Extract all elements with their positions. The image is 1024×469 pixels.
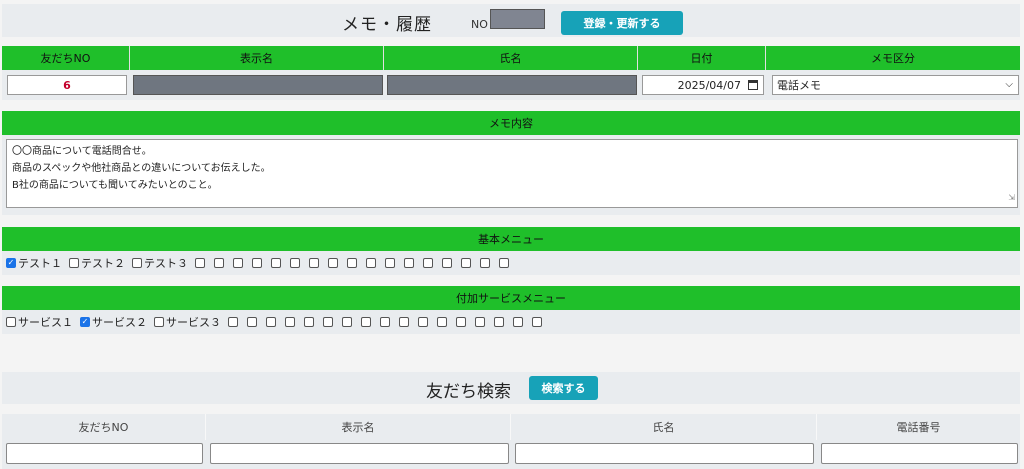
service-menu-empty-checkbox[interactable] [513, 317, 523, 327]
basic-menu-checkbox-label: テスト１ [18, 257, 62, 270]
basic-menu-empty-checkbox[interactable] [233, 258, 243, 268]
no-field[interactable] [490, 9, 545, 29]
checkbox-icon[interactable] [154, 317, 164, 327]
chevron-down-icon: ⌵ [1005, 79, 1013, 90]
search-phone-input[interactable] [821, 443, 1018, 464]
basic-menu-empty-checkbox[interactable] [423, 258, 433, 268]
basic-menu-empty-checkbox[interactable] [328, 258, 338, 268]
search-inputs-row [2, 440, 1020, 469]
basic-menu-checkbox-item[interactable]: テスト３ [132, 255, 188, 271]
date-field[interactable]: 2025/04/07 [642, 75, 764, 95]
service-menu-empty-checkbox[interactable] [456, 317, 466, 327]
basic-menu-empty-checkbox[interactable] [271, 258, 281, 268]
col-header-memo-type: メモ区分 [766, 46, 1020, 70]
basic-menu-header: 基本メニュー [2, 227, 1020, 251]
service-menu-row: サービス１ ✓ サービス２ サービス３ [2, 310, 1020, 334]
col-header-friend-no: 友だちNO [2, 46, 130, 70]
search-col-display-name: 表示名 [206, 414, 511, 440]
memo-textarea[interactable]: 〇〇商品について電話問合せ。 商品のスペックや他社商品との違いについてお伝えした… [6, 139, 1018, 208]
service-menu-empty-checkbox[interactable] [285, 317, 295, 327]
date-value: 2025/04/07 [677, 78, 741, 92]
memo-type-select[interactable]: 電話メモ ⌵ [772, 75, 1019, 95]
memo-area: 〇〇商品について電話問合せ。 商品のスペックや他社商品との違いについてお伝えした… [2, 135, 1020, 215]
search-col-phone: 電話番号 [817, 414, 1020, 440]
search-display-name-input[interactable] [210, 443, 509, 464]
service-menu-empty-checkbox[interactable] [437, 317, 447, 327]
page-title: メモ・履歴 [342, 15, 432, 35]
col-header-display-name: 表示名 [130, 46, 384, 70]
service-menu-header: 付加サービスメニュー [2, 286, 1020, 310]
search-col-friend-no: 友だちNO [2, 414, 206, 440]
service-menu-empty-checkbox[interactable] [418, 317, 428, 327]
basic-menu-checkbox-item[interactable]: テスト２ [69, 255, 125, 271]
service-menu-empty-checkbox[interactable] [304, 317, 314, 327]
basic-menu-checkbox-label: テスト２ [81, 257, 125, 270]
checkbox-icon[interactable] [6, 317, 16, 327]
basic-menu-empty-checkbox[interactable] [461, 258, 471, 268]
full-name-field[interactable] [387, 75, 637, 95]
checkbox-icon[interactable] [69, 258, 79, 268]
no-label: NO [471, 18, 488, 31]
basic-menu-empty-checkbox[interactable] [366, 258, 376, 268]
service-menu-empty-checkbox[interactable] [266, 317, 276, 327]
basic-menu-empty-checkbox[interactable] [290, 258, 300, 268]
service-menu-checkbox-label: サービス２ [92, 316, 147, 329]
basic-menu-checkbox-label: テスト３ [144, 257, 188, 270]
search-title: 友だち検索 [426, 382, 511, 402]
basic-menu-empty-checkbox[interactable] [214, 258, 224, 268]
basic-menu-empty-checkbox[interactable] [195, 258, 205, 268]
basic-menu-empty-checkbox[interactable] [404, 258, 414, 268]
basic-menu-checkbox-item[interactable]: ✓ テスト１ [6, 255, 62, 271]
service-menu-checkbox-item[interactable]: サービス１ [6, 314, 73, 330]
basic-menu-row: ✓ テスト１ テスト２ テスト３ [2, 251, 1020, 275]
memo-line: 商品のスペックや他社商品との違いについてお伝えした。 [12, 163, 271, 174]
basic-menu-empty-checkbox[interactable] [309, 258, 319, 268]
service-menu-empty-checkbox[interactable] [494, 317, 504, 327]
service-menu-checkbox-label: サービス３ [166, 316, 221, 329]
service-menu-checkbox-item[interactable]: サービス３ [154, 314, 221, 330]
service-menu-checkbox-label: サービス１ [18, 316, 73, 329]
display-name-field[interactable] [133, 75, 383, 95]
search-full-name-input[interactable] [515, 443, 814, 464]
search-button[interactable]: 検索する [529, 376, 598, 400]
checkbox-checked-icon[interactable]: ✓ [80, 317, 90, 327]
memo-line: B社の商品についても聞いてみたいとのこと。 [12, 180, 218, 191]
friend-no-field[interactable]: 6 [7, 75, 127, 95]
basic-menu-empty-checkbox[interactable] [385, 258, 395, 268]
service-menu-empty-checkbox[interactable] [532, 317, 542, 327]
basic-menu-empty-checkbox[interactable] [480, 258, 490, 268]
basic-menu-empty-checkbox[interactable] [252, 258, 262, 268]
memo-type-value: 電話メモ [777, 79, 821, 92]
col-header-full-name: 氏名 [384, 46, 638, 70]
col-header-date: 日付 [638, 46, 766, 70]
service-menu-empty-checkbox[interactable] [361, 317, 371, 327]
checkbox-checked-icon[interactable]: ✓ [6, 258, 16, 268]
service-menu-empty-checkbox[interactable] [380, 317, 390, 327]
memo-content-header: メモ内容 [2, 111, 1020, 135]
service-menu-empty-checkbox[interactable] [342, 317, 352, 327]
memo-line: 〇〇商品について電話問合せ。 [12, 146, 152, 157]
top-bar: メモ・履歴 NO 登録・更新する [2, 4, 1020, 37]
search-bar: 友だち検索 検索する [2, 372, 1020, 404]
service-menu-empty-checkbox[interactable] [228, 317, 238, 327]
service-menu-empty-checkbox[interactable] [323, 317, 333, 327]
basic-menu-empty-checkbox[interactable] [442, 258, 452, 268]
basic-menu-empty-checkbox[interactable] [347, 258, 357, 268]
basic-menu-empty-checkbox[interactable] [499, 258, 509, 268]
search-col-full-name: 氏名 [511, 414, 817, 440]
service-menu-empty-checkbox[interactable] [247, 317, 257, 327]
register-update-button[interactable]: 登録・更新する [561, 11, 683, 35]
service-menu-checkbox-item[interactable]: ✓ サービス２ [80, 314, 147, 330]
service-menu-empty-checkbox[interactable] [475, 317, 485, 327]
search-friend-no-input[interactable] [6, 443, 203, 464]
calendar-icon[interactable] [748, 80, 758, 90]
service-menu-empty-checkbox[interactable] [399, 317, 409, 327]
checkbox-icon[interactable] [132, 258, 142, 268]
resize-handle-icon[interactable]: ⇲ [1008, 189, 1015, 206]
record-row: 6 2025/04/07 電話メモ ⌵ [2, 70, 1020, 100]
